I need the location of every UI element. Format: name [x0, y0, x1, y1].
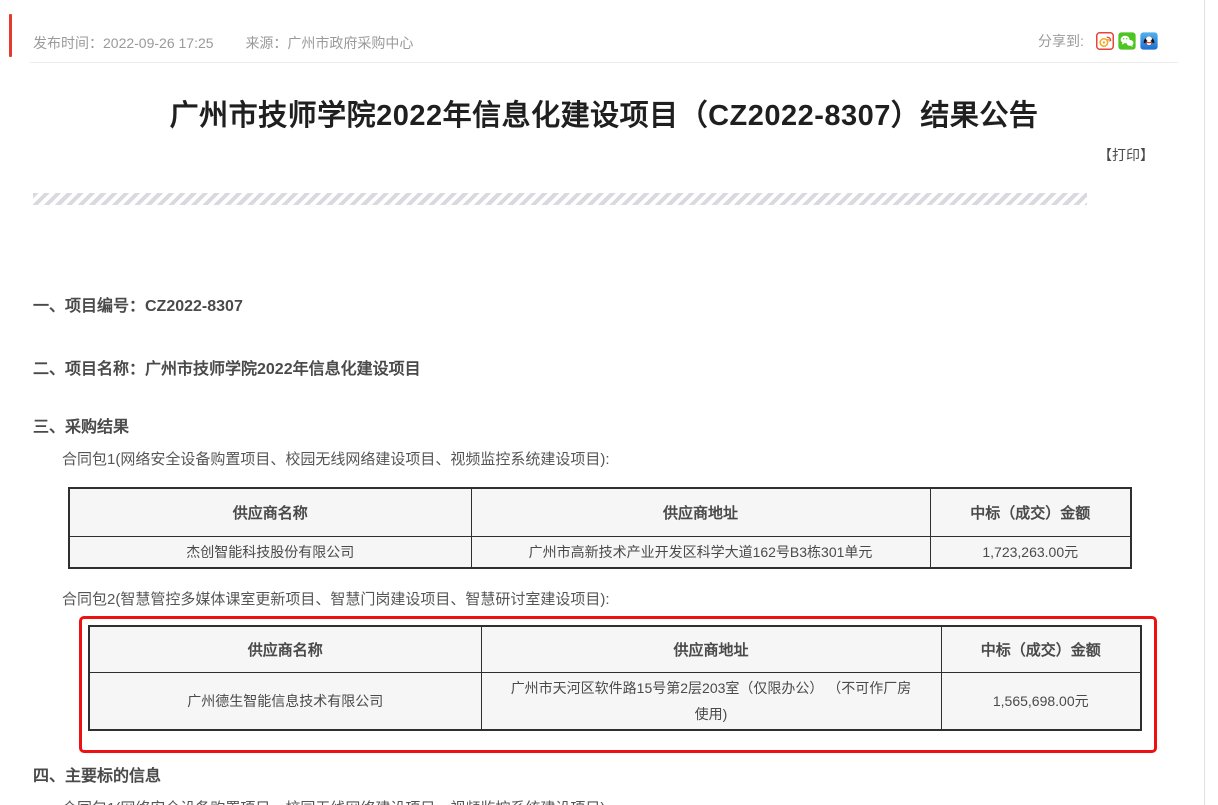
supplier-name-cell: 杰创智能科技股份有限公司	[69, 536, 471, 568]
supplier-name-cell: 广州德生智能信息技术有限公司	[89, 672, 481, 730]
package1-intro: 合同包1(网络安全设备购置项目、校园无线网络建设项目、视频监控系统建设项目):	[62, 448, 610, 469]
table-header-row: 供应商名称 供应商地址 中标（成交）金额	[89, 626, 1141, 672]
package2-intro: 合同包2(智慧管控多媒体课室更新项目、智慧门岗建设项目、智慧研讨室建设项目):	[62, 588, 610, 609]
section-project-number: 一、项目编号：CZ2022-8307	[33, 292, 243, 316]
section-main-subject-info: 四、主要标的信息	[33, 762, 161, 786]
col-header-award-amount: 中标（成交）金额	[941, 626, 1141, 672]
wechat-icon[interactable]	[1118, 32, 1136, 50]
publish-time: 发布时间：2022-09-26 17:25	[33, 35, 214, 51]
table-row: 广州德生智能信息技术有限公司 广州市天河区软件路15号第2层203室（仅限办公）…	[89, 672, 1141, 730]
page-title: 广州市技师学院2022年信息化建设项目（CZ2022-8307）结果公告	[30, 92, 1178, 134]
award-amount-cell: 1,565,698.00元	[941, 672, 1141, 730]
section-project-name: 二、项目名称：广州市技师学院2022年信息化建设项目	[33, 355, 421, 379]
announcement-page: 发布时间：2022-09-26 17:25 来源：广州市政府采购中心 分享到:	[0, 0, 1218, 805]
supplier-address-cell: 广州市天河区软件路15号第2层203室（仅限办公） （不可作厂房使用)	[481, 672, 941, 730]
col-header-supplier-address: 供应商地址	[471, 488, 930, 536]
col-header-award-amount: 中标（成交）金额	[930, 488, 1131, 536]
col-header-supplier-address: 供应商地址	[481, 626, 941, 672]
share-row: 分享到:	[1038, 31, 1158, 51]
qq-icon[interactable]	[1140, 32, 1158, 50]
result-table-package2: 供应商名称 供应商地址 中标（成交）金额 广州德生智能信息技术有限公司 广州市天…	[88, 625, 1142, 731]
share-label: 分享到:	[1038, 31, 1084, 51]
col-header-supplier-name: 供应商名称	[69, 488, 471, 536]
bottom-partial-line: 合同包1(网络安全设备购置项目、校园无线网络建设项目、视频监控系统建设项目):	[62, 797, 610, 805]
meta-row: 发布时间：2022-09-26 17:25 来源：广州市政府采购中心	[33, 33, 413, 53]
weibo-icon[interactable]	[1096, 32, 1114, 50]
header-divider	[30, 62, 1178, 63]
table-row: 杰创智能科技股份有限公司 广州市高新技术产业开发区科学大道162号B3栋301单…	[69, 536, 1131, 568]
table-header-row: 供应商名称 供应商地址 中标（成交）金额	[69, 488, 1131, 536]
result-table-package1: 供应商名称 供应商地址 中标（成交）金额 杰创智能科技股份有限公司 广州市高新技…	[68, 487, 1132, 569]
left-red-marker-line	[9, 14, 12, 57]
award-amount-cell: 1,723,263.00元	[930, 536, 1131, 568]
supplier-address-cell: 广州市高新技术产业开发区科学大道162号B3栋301单元	[471, 536, 930, 568]
source-label: 来源：广州市政府采购中心	[245, 35, 413, 51]
section-procurement-result: 三、采购结果	[33, 413, 129, 437]
hatched-divider	[33, 193, 1087, 205]
print-button[interactable]: 【打印】	[1098, 145, 1154, 165]
content-right-border	[1204, 0, 1205, 805]
col-header-supplier-name: 供应商名称	[89, 626, 481, 672]
